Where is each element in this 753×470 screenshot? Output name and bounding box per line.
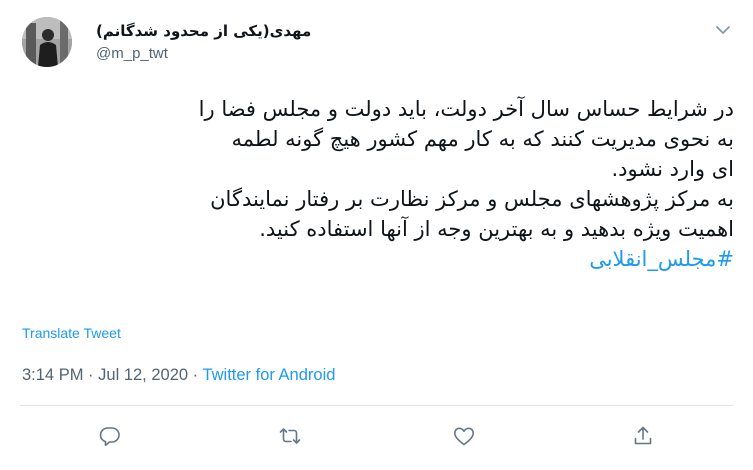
author-handle[interactable]: @m_p_twt xyxy=(96,44,336,64)
like-icon xyxy=(454,427,474,446)
tweet-text-line: در شرایط حساس سال آخر دولت، باید دولت و … xyxy=(198,97,734,121)
reply-button[interactable] xyxy=(94,420,126,452)
author-block: مهدی(یکی از محدود شدگانم) @m_p_twt xyxy=(96,20,336,64)
tweet-source-link[interactable]: Twitter for Android xyxy=(202,366,335,384)
tweet-text-line: اهمیت ویژه بدهید و به بهترین وجه از آنها… xyxy=(259,217,734,241)
share-button[interactable] xyxy=(627,420,659,452)
tweet-text-line: ای وارد نشود. xyxy=(611,157,734,181)
like-button[interactable] xyxy=(448,420,480,452)
tweet-text-line: به نحوی مدیریت کنند که به کار مهم کشور ه… xyxy=(231,127,734,151)
tweet-time[interactable]: 3:14 PM xyxy=(22,366,83,384)
meta-separator: · xyxy=(88,366,94,384)
tweet-date[interactable]: Jul 12, 2020 xyxy=(98,366,188,384)
translate-tweet-link[interactable]: Translate Tweet xyxy=(22,325,121,341)
divider xyxy=(20,405,733,406)
retweet-icon xyxy=(279,428,301,444)
share-icon xyxy=(634,426,652,445)
hashtag-link[interactable]: #مجلس_انقلابی xyxy=(589,247,734,271)
reply-icon xyxy=(99,427,120,446)
chevron-down-icon xyxy=(716,25,730,34)
avatar-photo xyxy=(22,17,72,67)
more-options-button[interactable] xyxy=(711,18,735,42)
avatar[interactable] xyxy=(22,17,72,67)
tweet-card: مهدی(یکی از محدود شدگانم) @m_p_twt در شر… xyxy=(0,0,753,470)
tweet-text: در شرایط حساس سال آخر دولت، باید دولت و … xyxy=(20,94,734,274)
author-display-name[interactable]: مهدی(یکی از محدود شدگانم) xyxy=(96,20,336,42)
retweet-button[interactable] xyxy=(274,420,306,452)
tweet-metadata: 3:14 PM · Jul 12, 2020 · Twitter for And… xyxy=(22,366,335,385)
action-bar xyxy=(0,420,753,452)
meta-separator: · xyxy=(192,366,199,384)
tweet-text-line: به مرکز پژوهشهای مجلس و مرکز نظارت بر رف… xyxy=(210,187,734,211)
